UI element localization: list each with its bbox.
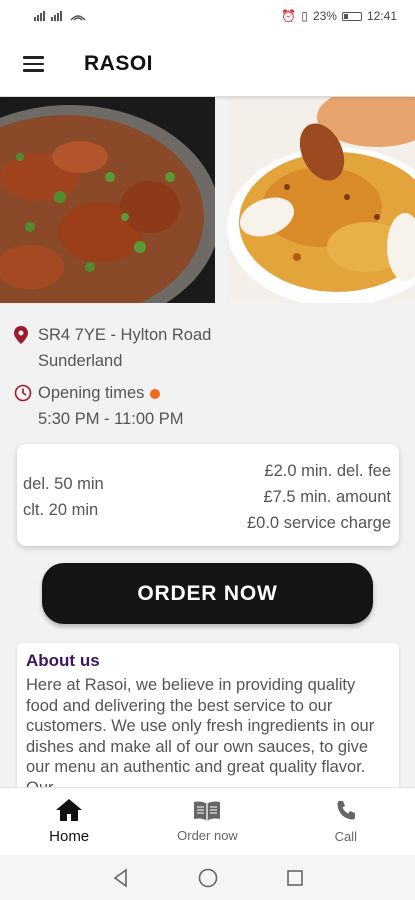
service-charge: £0.0 service charge	[247, 513, 391, 532]
nav-order-now[interactable]: Order now	[138, 800, 276, 843]
home-icon	[56, 799, 83, 821]
collection-time: clt. 20 min	[23, 500, 99, 519]
address-line1: SR4 7YE - Hylton Road	[38, 326, 212, 344]
menu-book-icon	[194, 801, 221, 821]
min-amount: £7.5 min. amount	[263, 487, 392, 506]
nav-order-now-label: Order now	[177, 828, 238, 843]
recents-icon[interactable]	[285, 868, 305, 888]
fees-card: del. 50 min clt. 20 min £2.0 min. del. f…	[17, 444, 399, 546]
opening-label: Opening times	[38, 384, 145, 402]
min-delivery-fee: £2.0 min. del. fee	[264, 461, 391, 480]
home-circle-icon[interactable]	[197, 867, 219, 889]
nav-home[interactable]: Home	[0, 798, 138, 845]
status-bar: ⏰ ▯ 23% 12:41	[0, 0, 415, 32]
order-now-button[interactable]: ORDER NOW	[42, 563, 373, 624]
status-right: ⏰ ▯ 23% 12:41	[281, 9, 397, 23]
location-pin-icon	[14, 322, 38, 348]
restaurant-info: SR4 7YE - Hylton Road Sunderland Opening…	[14, 322, 404, 432]
system-navigation-bar	[0, 855, 415, 900]
clock: 12:41	[366, 9, 397, 23]
delivery-time: del. 50 min	[23, 474, 104, 493]
about-title: About us	[26, 651, 100, 670]
app-title: RASOI	[84, 52, 154, 75]
nav-call[interactable]: Call	[277, 799, 415, 844]
vibrate-icon: ▯	[301, 9, 308, 23]
battery-icon	[341, 11, 362, 21]
app-bar: RASOI	[0, 32, 415, 96]
opening-hours: 5:30 PM - 11:00 PM	[38, 410, 184, 428]
battery-percent: 23%	[312, 9, 337, 23]
bottom-navigation: Home Order now Call	[0, 787, 415, 855]
address-row: SR4 7YE - Hylton Road Sunderland	[14, 322, 404, 374]
clock-icon	[14, 380, 38, 406]
signal-indicators	[34, 10, 88, 22]
curry-dish-image	[0, 97, 215, 303]
signal-icon	[34, 11, 86, 21]
back-icon[interactable]	[111, 867, 131, 888]
about-card: About us Here at Rasoi, we believe in pr…	[17, 643, 399, 793]
nav-home-label: Home	[49, 828, 90, 845]
opening-row: Opening times 5:30 PM - 11:00 PM	[14, 380, 404, 432]
nav-call-label: Call	[334, 829, 358, 844]
phone-icon	[337, 801, 355, 820]
alarm-icon: ⏰	[281, 9, 297, 23]
biryani-dish-image	[227, 97, 415, 303]
hamburger-menu-icon[interactable]	[0, 32, 66, 96]
address-line2: Sunderland	[38, 352, 123, 370]
about-text: Here at Rasoi, we believe in providing q…	[26, 676, 375, 793]
open-status-dot	[150, 388, 161, 399]
hero-images	[0, 97, 415, 303]
